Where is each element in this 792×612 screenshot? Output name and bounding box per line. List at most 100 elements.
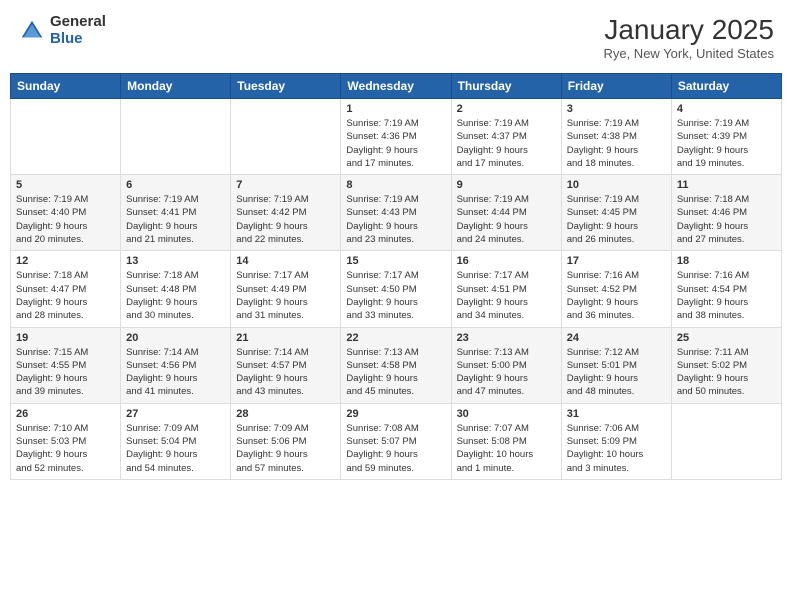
week-row-5: 26Sunrise: 7:10 AM Sunset: 5:03 PM Dayli… bbox=[11, 403, 782, 479]
day-info: Sunrise: 7:14 AM Sunset: 4:56 PM Dayligh… bbox=[126, 346, 225, 399]
week-row-3: 12Sunrise: 7:18 AM Sunset: 4:47 PM Dayli… bbox=[11, 251, 782, 327]
calendar-cell: 2 Sunrise: 7:19 AM Sunset: 4:37 PM Daylig… bbox=[451, 99, 561, 175]
calendar-cell: 18Sunrise: 7:16 AM Sunset: 4:54 PM Dayli… bbox=[671, 251, 781, 327]
day-number: 3 bbox=[567, 103, 666, 115]
day-number: 23 bbox=[457, 332, 556, 344]
day-info: Sunrise: 7:19 AM Sunset: 4:36 PM Dayligh… bbox=[346, 117, 445, 170]
weekday-header-thursday: Thursday bbox=[451, 74, 561, 99]
calendar-cell: 5 Sunrise: 7:19 AM Sunset: 4:40 PM Daylig… bbox=[11, 175, 121, 251]
weekday-header-saturday: Saturday bbox=[671, 74, 781, 99]
day-info: Sunrise: 7:11 AM Sunset: 5:02 PM Dayligh… bbox=[677, 346, 776, 399]
day-info: Sunrise: 7:13 AM Sunset: 4:58 PM Dayligh… bbox=[346, 346, 445, 399]
day-number: 8 bbox=[346, 179, 445, 191]
calendar-cell bbox=[231, 99, 341, 175]
day-info: Sunrise: 7:19 AM Sunset: 4:44 PM Dayligh… bbox=[457, 193, 556, 246]
day-info: Sunrise: 7:16 AM Sunset: 4:52 PM Dayligh… bbox=[567, 269, 666, 322]
day-number: 17 bbox=[567, 255, 666, 267]
day-number: 6 bbox=[126, 179, 225, 191]
calendar-cell: 14 Sunrise: 7:17 AM Sunset: 4:49 PM Dayli… bbox=[231, 251, 341, 327]
day-info: Sunrise: 7:09 AM Sunset: 5:04 PM Dayligh… bbox=[126, 422, 225, 475]
calendar-cell: 15 Sunrise: 7:17 AM Sunset: 4:50 PM Dayli… bbox=[341, 251, 451, 327]
day-number: 21 bbox=[236, 332, 335, 344]
day-number: 30 bbox=[457, 408, 556, 420]
day-info: Sunrise: 7:15 AM Sunset: 4:55 PM Dayligh… bbox=[16, 346, 115, 399]
weekday-header-friday: Friday bbox=[561, 74, 671, 99]
calendar-cell: 25 Sunrise: 7:11 AM Sunset: 5:02 PM Dayli… bbox=[671, 327, 781, 403]
calendar-cell: 1Sunrise: 7:19 AM Sunset: 4:36 PM Daylig… bbox=[341, 99, 451, 175]
calendar-cell: 28 Sunrise: 7:09 AM Sunset: 5:06 PM Dayli… bbox=[231, 403, 341, 479]
calendar-cell bbox=[11, 99, 121, 175]
day-number: 31 bbox=[567, 408, 666, 420]
calendar-cell: 9Sunrise: 7:19 AM Sunset: 4:44 PM Daylig… bbox=[451, 175, 561, 251]
day-info: Sunrise: 7:17 AM Sunset: 4:51 PM Dayligh… bbox=[457, 269, 556, 322]
location: Rye, New York, United States bbox=[603, 46, 774, 61]
calendar-cell: 27Sunrise: 7:09 AM Sunset: 5:04 PM Dayli… bbox=[121, 403, 231, 479]
calendar-cell: 8 Sunrise: 7:19 AM Sunset: 4:43 PM Daylig… bbox=[341, 175, 451, 251]
calendar-cell: 13Sunrise: 7:18 AM Sunset: 4:48 PM Dayli… bbox=[121, 251, 231, 327]
day-info: Sunrise: 7:19 AM Sunset: 4:43 PM Dayligh… bbox=[346, 193, 445, 246]
calendar-cell: 6 Sunrise: 7:19 AM Sunset: 4:41 PM Daylig… bbox=[121, 175, 231, 251]
day-number: 25 bbox=[677, 332, 776, 344]
day-info: Sunrise: 7:19 AM Sunset: 4:39 PM Dayligh… bbox=[677, 117, 776, 170]
day-info: Sunrise: 7:19 AM Sunset: 4:41 PM Dayligh… bbox=[126, 193, 225, 246]
title-block: January 2025 Rye, New York, United State… bbox=[603, 14, 774, 61]
calendar-cell: 4 Sunrise: 7:19 AM Sunset: 4:39 PM Daylig… bbox=[671, 99, 781, 175]
day-number: 15 bbox=[346, 255, 445, 267]
week-row-4: 19Sunrise: 7:15 AM Sunset: 4:55 PM Dayli… bbox=[11, 327, 782, 403]
day-number: 10 bbox=[567, 179, 666, 191]
day-info: Sunrise: 7:19 AM Sunset: 4:38 PM Dayligh… bbox=[567, 117, 666, 170]
calendar-cell: 29 Sunrise: 7:08 AM Sunset: 5:07 PM Dayli… bbox=[341, 403, 451, 479]
calendar-table: SundayMondayTuesdayWednesdayThursdayFrid… bbox=[10, 73, 782, 480]
weekday-header-tuesday: Tuesday bbox=[231, 74, 341, 99]
logo: General Blue bbox=[18, 14, 106, 47]
calendar-cell: 23 Sunrise: 7:13 AM Sunset: 5:00 PM Dayli… bbox=[451, 327, 561, 403]
day-number: 16 bbox=[457, 255, 556, 267]
calendar-cell: 7 Sunrise: 7:19 AM Sunset: 4:42 PM Daylig… bbox=[231, 175, 341, 251]
day-number: 11 bbox=[677, 179, 776, 191]
calendar-cell: 17 Sunrise: 7:16 AM Sunset: 4:52 PM Dayli… bbox=[561, 251, 671, 327]
day-info: Sunrise: 7:18 AM Sunset: 4:47 PM Dayligh… bbox=[16, 269, 115, 322]
day-number: 14 bbox=[236, 255, 335, 267]
day-info: Sunrise: 7:06 AM Sunset: 5:09 PM Dayligh… bbox=[567, 422, 666, 475]
day-number: 28 bbox=[236, 408, 335, 420]
calendar-cell: 11 Sunrise: 7:18 AM Sunset: 4:46 PM Dayli… bbox=[671, 175, 781, 251]
logo-text: General Blue bbox=[50, 14, 106, 47]
day-number: 24 bbox=[567, 332, 666, 344]
day-number: 7 bbox=[236, 179, 335, 191]
calendar-cell: 21 Sunrise: 7:14 AM Sunset: 4:57 PM Dayli… bbox=[231, 327, 341, 403]
calendar-cell: 24 Sunrise: 7:12 AM Sunset: 5:01 PM Dayli… bbox=[561, 327, 671, 403]
month-title: January 2025 bbox=[603, 14, 774, 46]
day-info: Sunrise: 7:18 AM Sunset: 4:46 PM Dayligh… bbox=[677, 193, 776, 246]
day-info: Sunrise: 7:19 AM Sunset: 4:40 PM Dayligh… bbox=[16, 193, 115, 246]
day-info: Sunrise: 7:09 AM Sunset: 5:06 PM Dayligh… bbox=[236, 422, 335, 475]
calendar-cell: 3 Sunrise: 7:19 AM Sunset: 4:38 PM Daylig… bbox=[561, 99, 671, 175]
calendar-cell: 19Sunrise: 7:15 AM Sunset: 4:55 PM Dayli… bbox=[11, 327, 121, 403]
day-info: Sunrise: 7:14 AM Sunset: 4:57 PM Dayligh… bbox=[236, 346, 335, 399]
logo-general-text: General bbox=[50, 14, 106, 31]
calendar-cell: 30Sunrise: 7:07 AM Sunset: 5:08 PM Dayli… bbox=[451, 403, 561, 479]
day-number: 29 bbox=[346, 408, 445, 420]
day-info: Sunrise: 7:17 AM Sunset: 4:50 PM Dayligh… bbox=[346, 269, 445, 322]
day-info: Sunrise: 7:08 AM Sunset: 5:07 PM Dayligh… bbox=[346, 422, 445, 475]
week-row-1: 1Sunrise: 7:19 AM Sunset: 4:36 PM Daylig… bbox=[11, 99, 782, 175]
day-info: Sunrise: 7:12 AM Sunset: 5:01 PM Dayligh… bbox=[567, 346, 666, 399]
calendar-cell: 10 Sunrise: 7:19 AM Sunset: 4:45 PM Dayli… bbox=[561, 175, 671, 251]
logo-blue-text: Blue bbox=[50, 31, 106, 48]
calendar-cell: 20 Sunrise: 7:14 AM Sunset: 4:56 PM Dayli… bbox=[121, 327, 231, 403]
calendar-cell: 31 Sunrise: 7:06 AM Sunset: 5:09 PM Dayli… bbox=[561, 403, 671, 479]
day-number: 2 bbox=[457, 103, 556, 115]
week-row-2: 5 Sunrise: 7:19 AM Sunset: 4:40 PM Daylig… bbox=[11, 175, 782, 251]
calendar-cell bbox=[671, 403, 781, 479]
day-info: Sunrise: 7:19 AM Sunset: 4:42 PM Dayligh… bbox=[236, 193, 335, 246]
day-number: 5 bbox=[16, 179, 115, 191]
day-number: 13 bbox=[126, 255, 225, 267]
day-info: Sunrise: 7:19 AM Sunset: 4:37 PM Dayligh… bbox=[457, 117, 556, 170]
day-number: 4 bbox=[677, 103, 776, 115]
calendar-cell: 16 Sunrise: 7:17 AM Sunset: 4:51 PM Dayli… bbox=[451, 251, 561, 327]
day-info: Sunrise: 7:17 AM Sunset: 4:49 PM Dayligh… bbox=[236, 269, 335, 322]
day-info: Sunrise: 7:13 AM Sunset: 5:00 PM Dayligh… bbox=[457, 346, 556, 399]
weekday-header-sunday: Sunday bbox=[11, 74, 121, 99]
calendar-cell: 26Sunrise: 7:10 AM Sunset: 5:03 PM Dayli… bbox=[11, 403, 121, 479]
day-info: Sunrise: 7:19 AM Sunset: 4:45 PM Dayligh… bbox=[567, 193, 666, 246]
day-number: 20 bbox=[126, 332, 225, 344]
